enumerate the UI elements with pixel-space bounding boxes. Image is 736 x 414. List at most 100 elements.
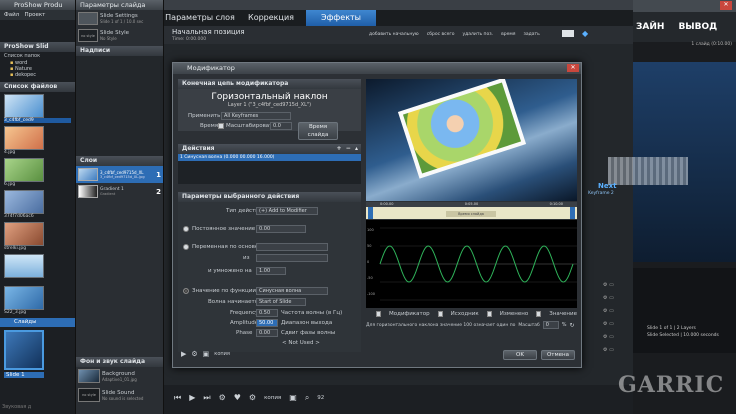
copy-button[interactable]: копия xyxy=(264,393,281,403)
wave-grid xyxy=(380,227,577,301)
file-label: 374f7d06ac6 xyxy=(4,214,34,219)
scale2-value: 0 xyxy=(545,322,549,328)
files-header-text: Список файлов xyxy=(4,83,58,90)
set-button[interactable]: задать xyxy=(523,32,539,37)
tab-correction[interactable]: Коррекция xyxy=(236,10,306,26)
file-thumbnail xyxy=(4,254,44,278)
layer-row[interactable]: 3_c4fbf_ced9715d_XL 3_c4fbf_ced9715d_XL.… xyxy=(76,166,163,183)
amp-input[interactable]: 50.00 xyxy=(256,319,278,327)
next-label[interactable]: Next xyxy=(598,182,616,190)
file-item[interactable]: S22_3.jpg xyxy=(4,286,71,317)
func-select[interactable]: Синусная волна xyxy=(256,287,328,295)
slide-style-row[interactable]: no style Slide Style No Style xyxy=(76,27,163,44)
slide-sound-label: Звуковая д xyxy=(2,404,32,410)
time-button[interactable]: время xyxy=(501,32,515,37)
menu-project[interactable]: Проект xyxy=(24,12,45,18)
slide-selected-info: Slide Selected | 10.000 seconds xyxy=(647,333,719,338)
value-checkbox[interactable] xyxy=(536,311,542,317)
tab-layer-params[interactable]: Параметры слоя xyxy=(164,10,236,26)
close-icon[interactable]: ✕ xyxy=(720,1,732,10)
file-item[interactable]: strelki.jpg xyxy=(4,222,71,253)
reset-all-button[interactable]: сброс всего xyxy=(427,32,455,37)
gear-icon[interactable]: ⚙ xyxy=(219,393,226,403)
background-sub: Adaptive1_01.jpg xyxy=(102,376,137,382)
play-icon[interactable]: ▶ xyxy=(189,393,195,403)
search-icon[interactable]: ⌕ xyxy=(305,393,309,403)
skip-back-icon[interactable]: ⏮ xyxy=(174,393,181,403)
menu-file[interactable]: Файл xyxy=(4,12,19,18)
var-mult-input[interactable]: 1.00 xyxy=(256,267,286,275)
tab-design[interactable]: ЗАЙН xyxy=(633,22,664,32)
view-toggle-icon[interactable] xyxy=(562,30,574,37)
copy-button[interactable]: копия xyxy=(214,351,230,357)
slide-settings-row[interactable]: Slide Settings Slide 1 of 1 / 10.0 sec xyxy=(76,10,163,27)
remove-icon[interactable]: − xyxy=(346,145,351,152)
chain-panel: Конечная цепь модификатора Горизонтальны… xyxy=(178,79,361,352)
custom-time-button[interactable]: Время слайда xyxy=(298,122,338,140)
slide-params-title: Параметры слайда xyxy=(76,0,163,10)
folder-item[interactable]: ▪ dekopec xyxy=(10,72,75,78)
tab-output[interactable]: ВЫВОД xyxy=(664,22,717,32)
play-icon[interactable]: ▶ xyxy=(181,350,186,358)
const-label: Постоянное значение xyxy=(192,226,256,232)
const-radio[interactable] xyxy=(183,226,189,232)
changed-checkbox[interactable] xyxy=(486,311,492,317)
file-thumbnail xyxy=(4,158,44,182)
source-checkbox[interactable] xyxy=(437,311,443,317)
file-item[interactable]: 374f7d06ac6 xyxy=(4,190,71,221)
cancel-button[interactable]: Отмена xyxy=(541,350,575,360)
gear-icon[interactable]: ⚙ xyxy=(249,393,256,403)
gear-icon[interactable]: ⚙ xyxy=(191,350,197,358)
diamond-icon[interactable]: ◆ xyxy=(582,29,588,38)
var-from-select[interactable] xyxy=(256,254,328,262)
refresh-icon[interactable]: ↻ xyxy=(570,322,575,329)
box-icon[interactable]: ▣ xyxy=(203,350,210,358)
time-input[interactable]: 0.0 xyxy=(270,122,292,130)
close-icon[interactable]: ✕ xyxy=(567,64,579,72)
selected-action-header-text: Параметры выбранного действия xyxy=(182,193,300,200)
background-row[interactable]: Background Adaptive1_01.jpg xyxy=(78,369,137,383)
freq-label: Frequency xyxy=(230,310,259,316)
apply-to-select[interactable]: All Keyframes xyxy=(221,112,291,120)
file-item[interactable]: 3_c4fbf_ced9 xyxy=(4,94,71,125)
slide-thumbnail[interactable] xyxy=(4,330,44,370)
file-item[interactable]: 4.jpg xyxy=(4,126,71,157)
delete-position-button[interactable]: удалить поз. xyxy=(463,32,494,37)
graph-y-label: 50 xyxy=(367,244,372,248)
modifier-checkbox[interactable] xyxy=(376,311,382,317)
slides-tab[interactable]: Слайды xyxy=(0,318,75,327)
phase-input[interactable]: 0.00 xyxy=(256,329,278,337)
position-toolbar: добавить начальную сброс всего удалить п… xyxy=(369,32,540,37)
action-item[interactable]: 1 Синусная волна (0.000 00.000 16.000) xyxy=(178,154,361,161)
tab-effects[interactable]: Эффекты xyxy=(306,10,376,26)
slide-time-bar[interactable]: Время слайда xyxy=(446,211,496,217)
heart-icon[interactable]: ♥ xyxy=(234,393,241,403)
scale-checkbox[interactable] xyxy=(218,123,224,129)
ok-button[interactable]: OK xyxy=(503,350,537,360)
action-type-select[interactable]: (+) Add to Modifier xyxy=(256,207,318,215)
file-item[interactable]: 6.jpg xyxy=(4,158,71,189)
skip-forward-icon[interactable]: ⏭ xyxy=(203,393,210,403)
chevron-up-icon[interactable]: ▴ xyxy=(355,145,358,152)
grid-row-icon: ⚙ ▭ xyxy=(603,321,614,327)
add-keyframe-button[interactable]: добавить начальную xyxy=(369,32,419,37)
var-select[interactable] xyxy=(256,243,328,251)
sound-row[interactable]: no style Slide Sound No sound is selecte… xyxy=(78,388,143,402)
add-icon[interactable]: + xyxy=(337,145,342,152)
grid-row-icon: ⚙ ▭ xyxy=(603,282,614,288)
chain-subtitle: Layer 1 ("3_c4fbf_ced9715d_XL") xyxy=(227,102,312,108)
timeline-end-handle[interactable] xyxy=(570,207,575,219)
not-used-label: < Not Used > xyxy=(282,340,320,346)
var-radio[interactable] xyxy=(183,244,189,250)
timeline-start-handle[interactable] xyxy=(368,207,373,219)
wave-start-select[interactable]: Start of Slide xyxy=(256,298,306,306)
func-radio[interactable] xyxy=(183,288,189,294)
sound-sub: No sound is selected xyxy=(102,395,144,401)
freq-input[interactable]: 0.50 xyxy=(256,309,278,317)
box-icon[interactable]: ▣ xyxy=(289,393,297,403)
const-input[interactable]: 0.00 xyxy=(256,225,306,233)
phase-label: Phase xyxy=(236,330,253,336)
file-item[interactable] xyxy=(4,254,71,285)
layer-row[interactable]: Gradient 1 Gradient 2 xyxy=(76,183,163,200)
scale2-input[interactable]: 0 xyxy=(542,321,559,329)
